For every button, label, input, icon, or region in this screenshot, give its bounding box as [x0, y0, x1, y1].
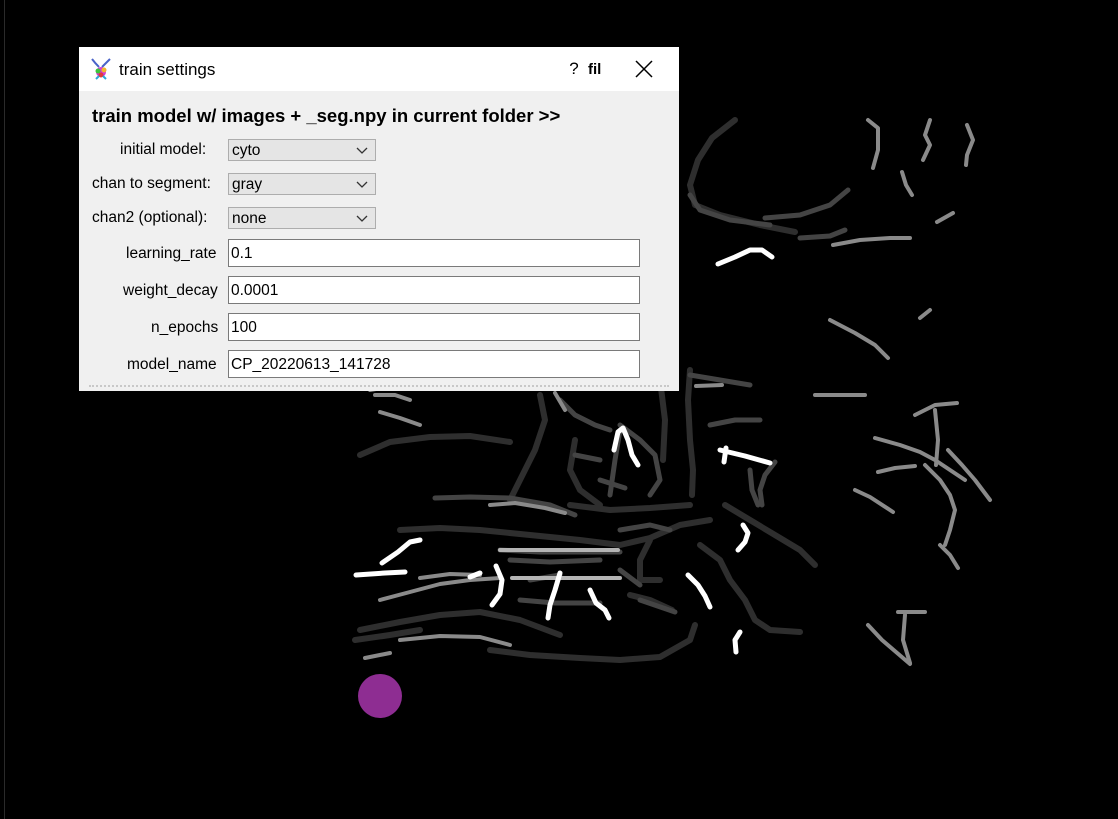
chan-to-segment-select[interactable]: gray	[228, 173, 376, 195]
model-name-label: model_name	[127, 356, 217, 373]
initial-model-select[interactable]: cyto	[228, 139, 376, 161]
chan2-select[interactable]: none	[228, 207, 376, 229]
weight-decay-label: weight_decay	[123, 282, 218, 299]
chan2-value: none	[232, 210, 267, 227]
chevron-down-icon	[356, 181, 368, 188]
truncated-content	[89, 385, 669, 390]
initial-model-label: initial model:	[120, 141, 207, 158]
truncated-heading-text: fil	[588, 61, 602, 78]
chevron-down-icon	[356, 147, 368, 154]
weight-decay-input[interactable]: 0.0001	[228, 276, 640, 304]
train-settings-dialog: train settings ? train model w/ images +…	[79, 47, 679, 391]
initial-model-value: cyto	[232, 142, 261, 159]
chan-to-segment-label: chan to segment:	[92, 175, 211, 192]
n-epochs-input[interactable]: 100	[228, 313, 640, 341]
close-button[interactable]	[629, 55, 659, 83]
chan-to-segment-value: gray	[232, 176, 263, 193]
dialog-title: train settings	[119, 60, 216, 79]
chan2-label: chan2 (optional):	[92, 209, 208, 226]
learning-rate-value: 0.1	[231, 245, 253, 262]
cellpose-logo-icon	[91, 58, 111, 80]
marker-dot	[358, 674, 402, 718]
train-heading: train model w/ images + _seg.npy in curr…	[92, 105, 561, 126]
n-epochs-label: n_epochs	[151, 319, 219, 336]
model-name-value: CP_20220613_141728	[231, 356, 391, 373]
weight-decay-value: 0.0001	[231, 282, 279, 299]
close-icon	[635, 60, 653, 78]
n-epochs-value: 100	[231, 319, 257, 336]
learning-rate-input[interactable]: 0.1	[228, 239, 640, 267]
model-name-input[interactable]: CP_20220613_141728	[228, 350, 640, 378]
help-button[interactable]: ?	[559, 55, 589, 83]
viewer-border	[4, 0, 5, 819]
learning-rate-label: learning_rate	[126, 245, 217, 262]
chevron-down-icon	[356, 215, 368, 222]
